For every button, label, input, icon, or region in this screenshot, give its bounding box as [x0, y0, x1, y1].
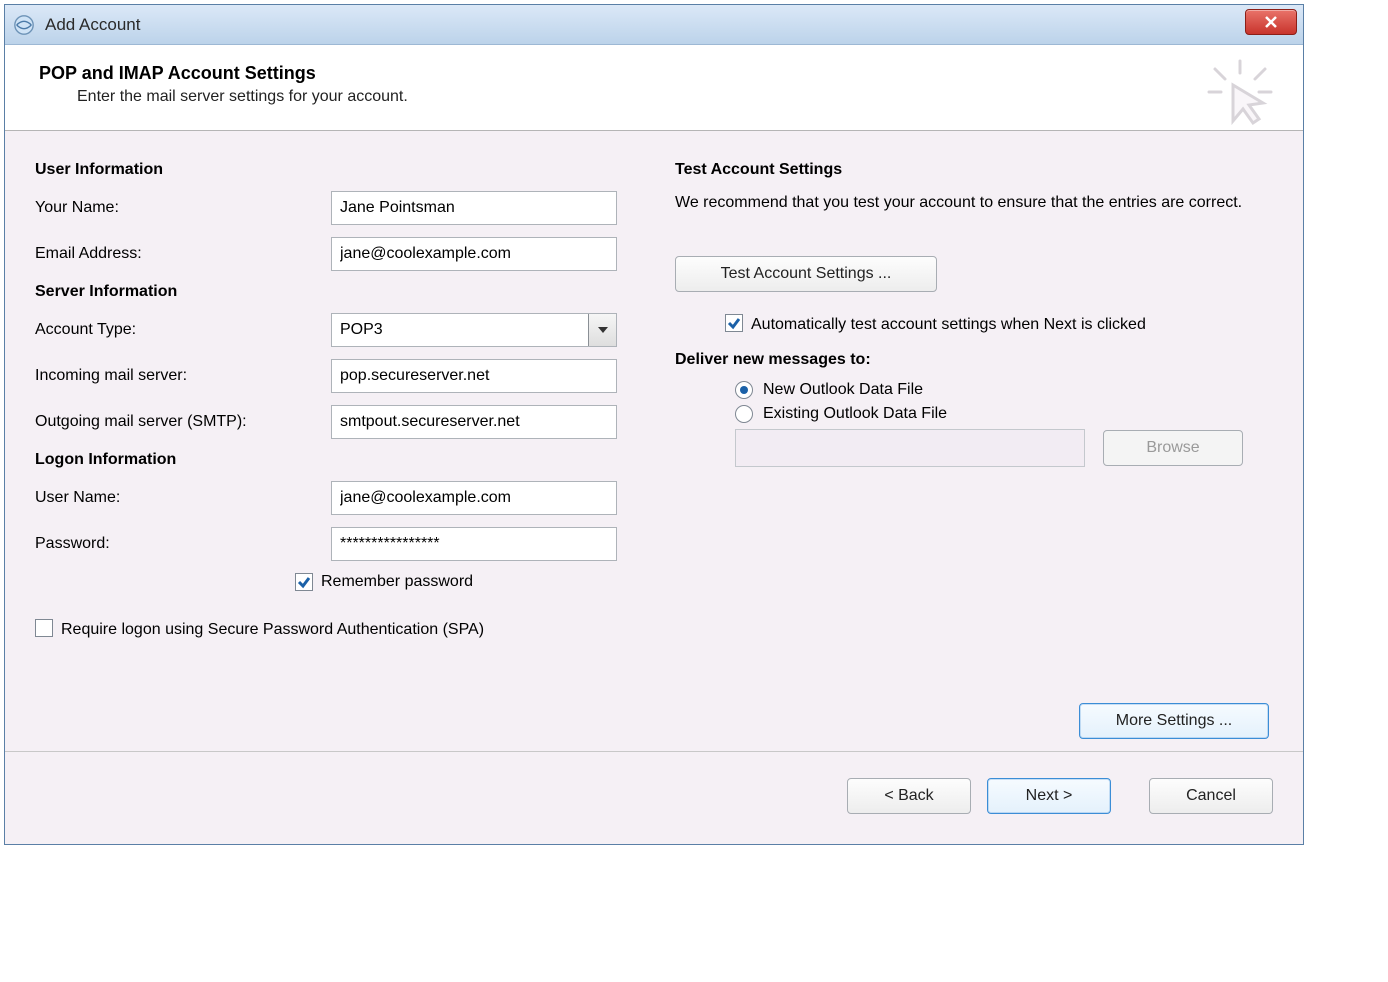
label-email: Email Address:: [35, 245, 331, 263]
radio-new-label: New Outlook Data File: [763, 381, 923, 399]
page-subtitle: Enter the mail server settings for your …: [39, 88, 1275, 106]
test-description: We recommend that you test your account …: [675, 191, 1273, 214]
browse-button[interactable]: Browse: [1103, 430, 1243, 466]
add-account-dialog: Add Account POP and IMAP Account Setting…: [4, 4, 1304, 845]
your-name-input[interactable]: [331, 191, 617, 225]
wizard-body: User Information Your Name: Email Addres…: [5, 131, 1303, 751]
test-account-settings-button[interactable]: Test Account Settings ...: [675, 256, 937, 292]
section-test-settings: Test Account Settings: [675, 161, 1273, 179]
username-input[interactable]: [331, 481, 617, 515]
back-button[interactable]: < Back: [847, 778, 971, 814]
radio-existing-outlook-file[interactable]: [735, 405, 753, 423]
cursor-click-icon: [1205, 57, 1275, 127]
section-server-info: Server Information: [35, 283, 655, 301]
app-icon: [13, 14, 35, 36]
radio-new-outlook-file[interactable]: [735, 381, 753, 399]
remember-password-checkbox[interactable]: [295, 573, 313, 591]
page-title: POP and IMAP Account Settings: [39, 63, 1275, 84]
label-account-type: Account Type:: [35, 321, 331, 339]
titlebar: Add Account: [5, 5, 1303, 45]
label-username: User Name:: [35, 489, 331, 507]
auto-test-label: Automatically test account settings when…: [751, 314, 1146, 336]
password-input[interactable]: [331, 527, 617, 561]
auto-test-checkbox[interactable]: [725, 314, 743, 332]
label-outgoing: Outgoing mail server (SMTP):: [35, 413, 331, 431]
section-logon-info: Logon Information: [35, 451, 655, 469]
more-settings-button[interactable]: More Settings ...: [1079, 703, 1269, 739]
label-your-name: Your Name:: [35, 199, 331, 217]
window-title: Add Account: [45, 15, 140, 35]
remember-password-label: Remember password: [321, 573, 473, 591]
wizard-header: POP and IMAP Account Settings Enter the …: [5, 45, 1303, 131]
left-column: User Information Your Name: Email Addres…: [35, 155, 655, 739]
section-user-info: User Information: [35, 161, 655, 179]
account-type-value: POP3: [332, 321, 588, 339]
right-column: Test Account Settings We recommend that …: [655, 155, 1273, 739]
close-button[interactable]: [1245, 9, 1297, 35]
spa-label: Require logon using Secure Password Auth…: [61, 619, 484, 641]
wizard-footer: < Back Next > Cancel: [5, 751, 1303, 844]
email-input[interactable]: [331, 237, 617, 271]
radio-existing-label: Existing Outlook Data File: [763, 405, 947, 423]
outgoing-server-input[interactable]: [331, 405, 617, 439]
cancel-button[interactable]: Cancel: [1149, 778, 1273, 814]
chevron-down-icon[interactable]: [588, 314, 616, 346]
next-button[interactable]: Next >: [987, 778, 1111, 814]
account-type-select[interactable]: POP3: [331, 313, 617, 347]
incoming-server-input[interactable]: [331, 359, 617, 393]
label-password: Password:: [35, 535, 331, 553]
label-incoming: Incoming mail server:: [35, 367, 331, 385]
spa-checkbox[interactable]: [35, 619, 53, 637]
deliver-title: Deliver new messages to:: [675, 351, 1273, 369]
existing-file-input[interactable]: [735, 429, 1085, 467]
